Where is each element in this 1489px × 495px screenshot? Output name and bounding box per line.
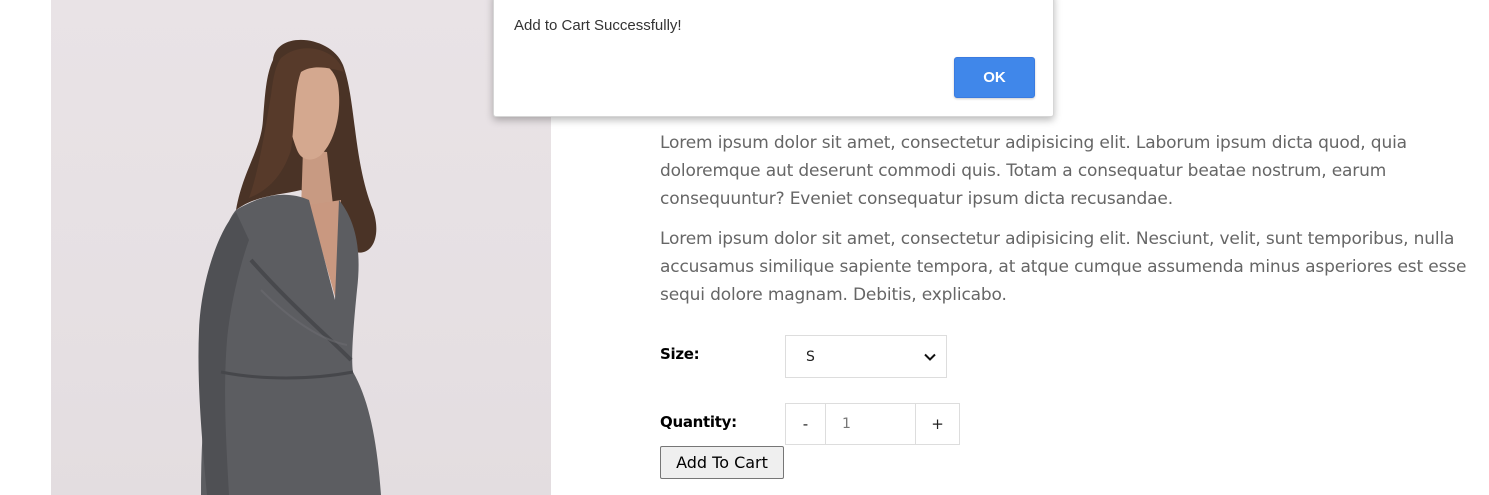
size-label: Size: <box>660 345 700 363</box>
alert-message: Add to Cart Successfully! <box>514 17 682 34</box>
ok-button[interactable]: OK <box>954 57 1035 98</box>
product-page: Lorem ipsum dolor sit amet, consectetur … <box>0 0 1489 495</box>
product-image <box>51 0 551 495</box>
size-select[interactable]: S <box>785 335 947 378</box>
product-description-1: Lorem ipsum dolor sit amet, consectetur … <box>660 133 1407 209</box>
product-description-2: Lorem ipsum dolor sit amet, consectetur … <box>660 229 1467 305</box>
quantity-input[interactable]: 1 <box>826 404 915 444</box>
quantity-increment-button[interactable]: + <box>915 404 959 444</box>
quantity-stepper: - 1 + <box>785 403 960 445</box>
chevron-down-icon <box>924 353 936 361</box>
quantity-label: Quantity: <box>660 413 737 431</box>
add-to-cart-button[interactable]: Add To Cart <box>660 446 784 479</box>
model-illustration <box>198 39 381 495</box>
size-selected-value: S <box>806 348 815 365</box>
alert-dialog: Add to Cart Successfully! OK <box>493 0 1054 117</box>
quantity-decrement-button[interactable]: - <box>786 404 826 444</box>
